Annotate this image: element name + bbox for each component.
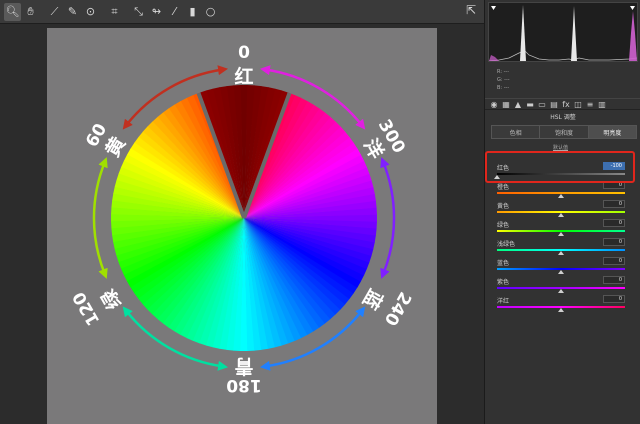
detail-icon[interactable]: ▲ <box>512 100 524 109</box>
slider-label: 橙色 <box>497 184 510 191</box>
hue-wheel <box>111 85 377 351</box>
hsl-tabs: 色相 饱和度 明亮度 <box>491 125 637 139</box>
section-title: HSL 调整 <box>550 114 576 121</box>
slider-value-field[interactable]: 0 <box>603 238 625 246</box>
b-readout: B: --- <box>497 85 510 91</box>
label-red-char: 红 <box>234 65 253 88</box>
slider-value-field[interactable]: 0 <box>603 295 625 303</box>
slider-thumb[interactable] <box>558 289 564 293</box>
slider-purple[interactable]: 紫色 0 <box>497 276 625 295</box>
hue-arrow <box>380 157 396 279</box>
label-180-num: 180 <box>226 375 262 395</box>
hue-arrow <box>92 157 108 279</box>
slider-yellow[interactable]: 黄色 0 <box>497 200 625 219</box>
white-balance-tool-icon[interactable]: ⟋ <box>46 3 63 21</box>
slider-label: 绿色 <box>497 222 510 229</box>
redeye-tool-icon[interactable]: ⁄ <box>166 3 183 21</box>
toolbar: 🔍︎ ✋︎ ⟋ ✎ ⊙ ⌗ ⤡ ↬ ⁄ ▮ ○ ⇱ <box>0 0 484 24</box>
hsl-icon[interactable]: ▬ <box>524 100 536 109</box>
histogram-graph <box>488 5 638 62</box>
slider-thumb[interactable] <box>558 270 564 274</box>
slider-label: 紫色 <box>497 279 510 286</box>
r-readout: R: --- <box>497 69 510 75</box>
slider-thumb[interactable] <box>558 194 564 198</box>
tab-luminance[interactable]: 明亮度 <box>588 126 636 138</box>
label-0-num: 0 <box>238 43 250 63</box>
preview-canvas[interactable]: 0 红 60 黄 300 洋 120 绿 240 蓝 青 180 <box>0 24 484 424</box>
slider-blue[interactable]: 蓝色 0 <box>497 257 625 276</box>
basic-panel-icon[interactable]: ◉ <box>488 100 500 109</box>
graduated-filter-tool-icon[interactable]: ▮ <box>184 3 201 21</box>
panel-tabs-icons: ◉ ▦ ▲ ▬ ▭ ▤ fx ◫ ≡ ▥ <box>485 98 640 110</box>
red-highlight-box <box>485 151 635 183</box>
color-sampler-tool-icon[interactable]: ✎ <box>64 3 81 21</box>
tone-curve-icon[interactable]: ▦ <box>500 100 512 109</box>
targeted-adjustment-tool-icon[interactable]: ⊙ <box>82 3 99 21</box>
zoom-tool-icon[interactable]: 🔍︎ <box>4 2 21 21</box>
slider-label: 浅绿色 <box>497 241 516 248</box>
slider-label: 蓝色 <box>497 260 510 267</box>
presets-icon[interactable]: ≡ <box>584 100 596 109</box>
spot-removal-tool-icon[interactable]: ↬ <box>148 3 165 21</box>
label-blue-char: 蓝 <box>358 285 387 313</box>
slider-thumb[interactable] <box>558 232 564 236</box>
histogram <box>488 2 638 62</box>
slider-thumb[interactable] <box>558 213 564 217</box>
slider-orange[interactable]: 橙色 0 <box>497 181 625 200</box>
label-120-num: 120 <box>69 288 104 329</box>
label-240-num: 240 <box>380 288 415 329</box>
snapshots-icon[interactable]: ▥ <box>596 100 608 109</box>
slider-green[interactable]: 绿色 0 <box>497 219 625 238</box>
g-readout: G: --- <box>497 77 510 83</box>
effects-icon[interactable]: fx <box>560 100 572 109</box>
slider-value-field[interactable]: 0 <box>603 200 625 208</box>
radial-filter-tool-icon[interactable]: ○ <box>202 3 219 21</box>
tab-hue[interactable]: 色相 <box>492 126 541 138</box>
tab-saturation[interactable]: 饱和度 <box>540 126 589 138</box>
camera-calibration-icon[interactable]: ◫ <box>572 100 584 109</box>
slider-aqua[interactable]: 浅绿色 0 <box>497 238 625 257</box>
export-icon[interactable]: ⇱ <box>466 3 476 17</box>
lens-icon[interactable]: ▤ <box>548 100 560 109</box>
slider-value-field[interactable]: 0 <box>603 276 625 284</box>
right-panel: R: --- G: --- B: --- ◉ ▦ ▲ ▬ ▭ ▤ fx ◫ ≡ … <box>484 0 640 424</box>
color-wheel-graphic: 0 红 60 黄 300 洋 120 绿 240 蓝 青 180 <box>69 43 415 395</box>
slider-label: 黄色 <box>497 203 510 210</box>
slider-value-field[interactable]: 0 <box>603 257 625 265</box>
straighten-tool-icon[interactable]: ⤡ <box>130 3 147 21</box>
slider-thumb[interactable] <box>558 308 564 312</box>
label-cyan-char: 青 <box>234 355 253 377</box>
default-link[interactable]: 默认值 <box>553 144 568 151</box>
slider-thumb[interactable] <box>558 251 564 255</box>
preview-image: 0 红 60 黄 300 洋 120 绿 240 蓝 青 180 <box>47 28 437 424</box>
slider-magenta[interactable]: 洋红 0 <box>497 295 625 314</box>
slider-label: 洋红 <box>497 298 510 305</box>
rgb-readout: R: --- G: --- B: --- <box>497 68 510 92</box>
hand-tool-icon[interactable]: ✋︎ <box>22 3 39 21</box>
crop-tool-icon[interactable]: ⌗ <box>106 3 123 21</box>
slider-value-field[interactable]: 0 <box>603 219 625 227</box>
label-green-char: 绿 <box>96 284 126 313</box>
split-toning-icon[interactable]: ▭ <box>536 100 548 109</box>
